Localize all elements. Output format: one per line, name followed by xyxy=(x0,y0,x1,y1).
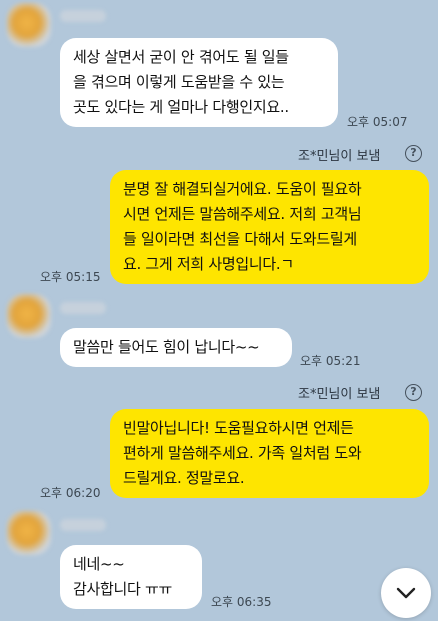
chat-area: 세상 살면서 굳이 안 겪어도 될 일들 을 겪으며 이렇게 도움받을 수 있는… xyxy=(0,0,438,621)
help-icon[interactable]: ? xyxy=(405,384,422,401)
avatar[interactable] xyxy=(7,294,51,338)
avatar[interactable] xyxy=(7,3,51,47)
sender-name-redacted xyxy=(60,10,106,22)
chevron-down-icon xyxy=(396,587,416,599)
message-time: 오후 06:35 xyxy=(211,595,272,609)
sent-by-label: 조*민님이 보냄 xyxy=(298,387,381,402)
message-bubble-outgoing[interactable]: 빈말아닙니다! 도움필요하시면 언제든 편하게 말씀해주세요. 가족 일처럼 도… xyxy=(110,409,429,498)
help-icon[interactable]: ? xyxy=(405,145,422,162)
message-bubble-incoming[interactable]: 말씀만 들어도 힘이 납니다~~ xyxy=(60,328,292,367)
message-time: 오후 06:20 xyxy=(40,486,101,500)
message-bubble-incoming[interactable]: 세상 살면서 굳이 안 겪어도 될 일들 을 겪으며 이렇게 도움받을 수 있는… xyxy=(60,38,338,127)
sender-name-redacted xyxy=(60,519,106,531)
message-bubble-incoming[interactable]: 네네~~ 감사합니다 ㅠㅠ xyxy=(60,545,202,609)
sender-name-redacted xyxy=(60,302,106,314)
message-time: 오후 05:21 xyxy=(300,354,361,368)
message-time: 오후 05:07 xyxy=(347,115,408,129)
message-time: 오후 05:15 xyxy=(40,270,101,284)
message-bubble-outgoing[interactable]: 분명 잘 해결되실거에요. 도움이 필요하 시면 언제든 말씀해주세요. 저희 … xyxy=(110,170,429,284)
scroll-to-bottom-button[interactable] xyxy=(381,568,431,618)
sent-by-label: 조*민님이 보냄 xyxy=(298,149,381,164)
avatar[interactable] xyxy=(7,511,51,555)
